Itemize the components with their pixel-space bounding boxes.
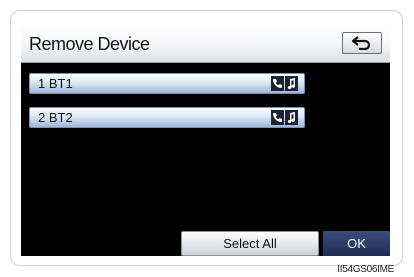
music-note-icon [285,110,298,125]
title-bar: Remove Device [21,25,390,63]
image-code: II54GS06IME [337,264,394,275]
phone-icon [271,110,284,125]
music-note-icon [285,76,298,91]
ok-button[interactable]: OK [323,231,390,256]
device-label: 2 BT2 [38,110,73,125]
back-button[interactable] [342,32,382,54]
device-label: 1 BT1 [38,76,73,91]
device-row-1[interactable]: 1 BT1 [29,73,305,94]
select-all-button[interactable]: Select All [181,231,319,256]
page-title: Remove Device [29,34,150,54]
device-row-2[interactable]: 2 BT2 [29,107,305,128]
back-arrow-icon [351,36,371,50]
phone-icon [271,76,284,91]
display-screen: Remove Device 1 BT1 2 BT2 Select All OK [21,25,390,256]
